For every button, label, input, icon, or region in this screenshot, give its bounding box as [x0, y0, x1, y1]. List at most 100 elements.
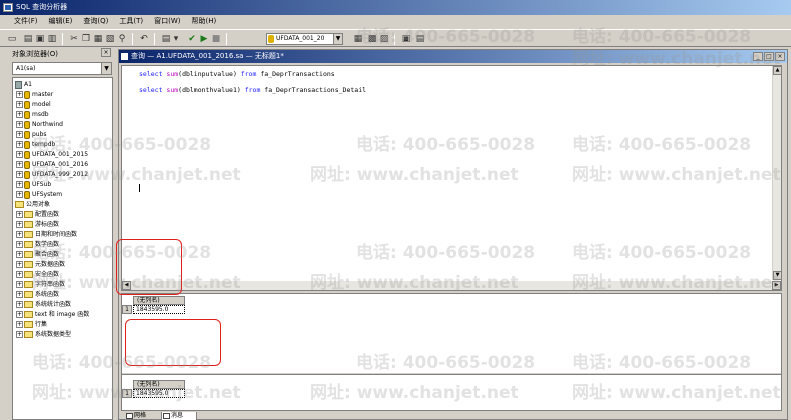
- expand-icon[interactable]: +: [16, 101, 23, 108]
- tree-node-northwind[interactable]: + Northwind: [16, 120, 63, 130]
- undo-icon[interactable]: ↶: [138, 33, 150, 45]
- scroll-up-icon[interactable]: ▲: [773, 66, 782, 75]
- expand-icon[interactable]: +: [16, 91, 23, 98]
- tree-node-aggregate-functions[interactable]: + 聚合函数: [16, 250, 59, 260]
- execute-query-icon[interactable]: ▶: [198, 33, 210, 45]
- row-number[interactable]: 1: [122, 389, 132, 398]
- grid-splitter[interactable]: [122, 372, 781, 375]
- tree-node-ufdata-999-2012[interactable]: + UFDATA_999_2012: [16, 170, 88, 180]
- menu-edit[interactable]: 编辑(E): [49, 15, 73, 28]
- tree-node-ufsystem[interactable]: + UFSystem: [16, 190, 62, 200]
- tree-node-pubs[interactable]: + pubs: [16, 130, 47, 140]
- tree-node-system-functions[interactable]: + 系统函数: [16, 290, 59, 300]
- display-plan-icon[interactable]: ▦: [352, 33, 364, 45]
- tree-node-tempdb[interactable]: + tempdb: [16, 140, 55, 150]
- tree-node-system-data-types[interactable]: + 系统数据类型: [16, 330, 71, 340]
- index-tuning-icon[interactable]: ▩: [366, 33, 378, 45]
- expand-icon[interactable]: +: [16, 261, 23, 268]
- expand-icon[interactable]: +: [16, 251, 23, 258]
- expand-icon[interactable]: +: [16, 171, 23, 178]
- expand-icon[interactable]: +: [16, 291, 23, 298]
- expand-icon[interactable]: +: [16, 151, 23, 158]
- tree-node-common-objects[interactable]: 公用对象: [15, 200, 50, 210]
- expand-icon[interactable]: +: [16, 131, 23, 138]
- tree-node-master[interactable]: + master: [16, 90, 53, 100]
- minimize-icon[interactable]: _: [753, 52, 763, 61]
- expand-icon[interactable]: +: [16, 121, 23, 128]
- expand-icon[interactable]: +: [16, 271, 23, 278]
- parse-query-icon[interactable]: ✔: [186, 33, 198, 45]
- cut-icon[interactable]: ✂: [68, 33, 80, 45]
- expand-icon[interactable]: +: [16, 211, 23, 218]
- save-icon[interactable]: ▣: [34, 33, 46, 45]
- insert-template-icon[interactable]: ▥: [46, 33, 58, 45]
- server-selector[interactable]: A1(sa) ▼: [12, 62, 112, 75]
- menu-file[interactable]: 文件(F): [14, 15, 38, 28]
- close-icon[interactable]: ×: [775, 52, 785, 61]
- open-folder-icon[interactable]: ▤: [22, 33, 34, 45]
- tab-messages[interactable]: 消息: [161, 412, 197, 420]
- scroll-right-icon[interactable]: ▶: [772, 281, 781, 290]
- new-query-icon[interactable]: ▭: [6, 33, 18, 45]
- editor-vertical-scrollbar[interactable]: ▲ ▼: [772, 66, 782, 280]
- menu-query[interactable]: 查询(Q): [83, 15, 108, 28]
- expand-icon[interactable]: +: [16, 281, 23, 288]
- tree-node-msdb[interactable]: + msdb: [16, 110, 49, 120]
- execute-mode-dropdown-icon[interactable]: ▾: [172, 33, 180, 45]
- object-search-icon[interactable]: ▤: [414, 33, 426, 45]
- expand-icon[interactable]: +: [16, 191, 23, 198]
- sql-editor[interactable]: select sum(dblinputvalue) from fa_DeprTr…: [121, 65, 782, 291]
- copy-icon[interactable]: ❐: [80, 33, 92, 45]
- column-header[interactable]: (无列名): [133, 296, 185, 305]
- tree-node-ufdata-001-2015[interactable]: + UFDATA_001_2015: [16, 150, 88, 160]
- tree-node-security-functions[interactable]: + 安全函数: [16, 270, 59, 280]
- expand-icon[interactable]: +: [16, 311, 23, 318]
- expand-icon[interactable]: +: [16, 141, 23, 148]
- close-icon[interactable]: ×: [101, 48, 111, 57]
- expand-icon[interactable]: +: [16, 321, 23, 328]
- tree-node-datetime-functions[interactable]: + 日期和时间函数: [16, 230, 77, 240]
- show-results-icon[interactable]: ▨: [378, 33, 390, 45]
- maximize-icon[interactable]: □: [764, 52, 774, 61]
- editor-horizontal-scrollbar[interactable]: ◀ ▶: [122, 281, 781, 290]
- row-number[interactable]: 1: [122, 305, 132, 314]
- column-header[interactable]: (无列名): [133, 380, 185, 389]
- expand-icon[interactable]: +: [16, 231, 23, 238]
- tree-node-ufsub[interactable]: + UFSub: [16, 180, 51, 190]
- chevron-down-icon[interactable]: ▼: [333, 34, 342, 44]
- find-icon[interactable]: ⚲: [116, 33, 128, 45]
- result-cell[interactable]: 1843595.0: [133, 305, 185, 314]
- tree-node-math-functions[interactable]: + 数学函数: [16, 240, 59, 250]
- clear-window-icon[interactable]: ▧: [104, 33, 116, 45]
- tree-node-string-functions[interactable]: + 字符串函数: [16, 280, 65, 290]
- cancel-query-icon[interactable]: ■: [210, 33, 222, 45]
- object-browser-icon[interactable]: ▣: [400, 33, 412, 45]
- expand-icon[interactable]: +: [16, 161, 23, 168]
- tab-grid[interactable]: 网格: [125, 412, 159, 420]
- result-grid[interactable]: (无列名) 1 1843595.0: [122, 377, 781, 410]
- menu-help[interactable]: 帮助(H): [192, 15, 217, 28]
- tree-node-cursor-functions[interactable]: + 游标函数: [16, 220, 59, 230]
- tree-node-server[interactable]: A1: [15, 80, 32, 90]
- menu-window[interactable]: 窗口(W): [154, 15, 180, 28]
- menu-tools[interactable]: 工具(T): [119, 15, 143, 28]
- database-selector[interactable]: UFDATA_001_20 ▼: [266, 33, 343, 45]
- paste-icon[interactable]: ▦: [92, 33, 104, 45]
- scroll-down-icon[interactable]: ▼: [773, 271, 782, 280]
- tree-node-text-image-functions[interactable]: + text 和 image 函数: [16, 310, 89, 320]
- expand-icon[interactable]: +: [16, 301, 23, 308]
- chevron-down-icon[interactable]: ▼: [101, 63, 111, 74]
- tree-node-model[interactable]: + model: [16, 100, 51, 110]
- execute-mode-icon[interactable]: ▤: [160, 33, 172, 45]
- tree-node-config-functions[interactable]: + 配置函数: [16, 210, 59, 220]
- tree-node-system-stat-functions[interactable]: + 系统统计函数: [16, 300, 71, 310]
- expand-icon[interactable]: +: [16, 221, 23, 228]
- expand-icon[interactable]: +: [16, 181, 23, 188]
- expand-icon[interactable]: +: [16, 331, 23, 338]
- expand-icon[interactable]: +: [16, 241, 23, 248]
- result-cell[interactable]: 1843595.0: [133, 389, 185, 398]
- tree-node-rowset[interactable]: + 行集: [16, 320, 47, 330]
- tree-node-ufdata-001-2016[interactable]: + UFDATA_001_2016: [16, 160, 88, 170]
- expand-icon[interactable]: +: [16, 111, 23, 118]
- tree-node-metadata-functions[interactable]: + 元数据函数: [16, 260, 65, 270]
